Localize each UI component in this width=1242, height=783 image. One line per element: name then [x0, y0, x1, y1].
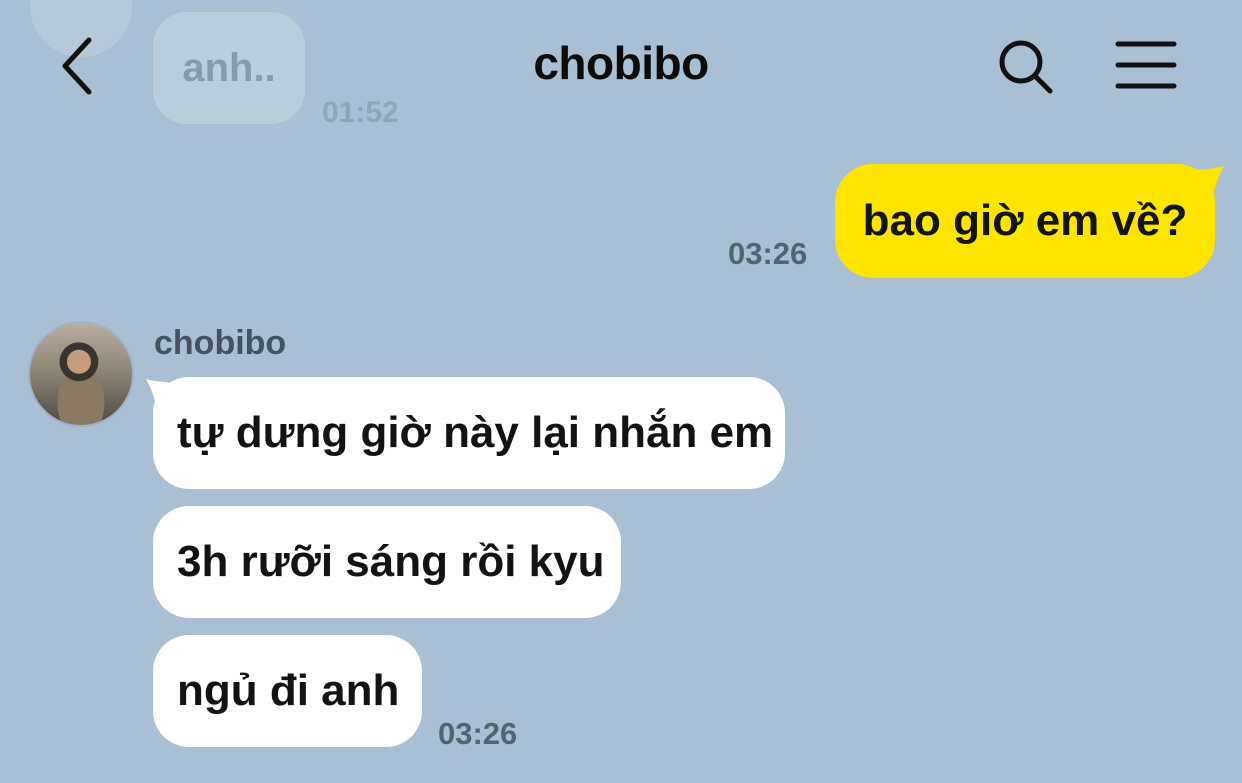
incoming-message-bubble[interactable]: 3h rưỡi sáng rồi kyu: [153, 506, 621, 618]
sender-name: chobibo: [154, 324, 287, 362]
menu-button[interactable]: [1114, 40, 1178, 90]
previous-message-time: 01:52: [322, 96, 399, 129]
incoming-message-time: 03:26: [438, 716, 518, 751]
sender-avatar[interactable]: [30, 323, 132, 425]
outgoing-message-text: bao giờ em về?: [862, 196, 1188, 245]
search-button[interactable]: [996, 38, 1056, 96]
outgoing-message-time: 03:26: [728, 236, 808, 271]
incoming-message-bubble[interactable]: tự dưng giờ này lại nhắn em: [153, 377, 785, 489]
hamburger-menu-icon: [1115, 41, 1177, 89]
incoming-message-bubble[interactable]: ngủ đi anh: [153, 635, 422, 747]
search-icon: [999, 40, 1053, 94]
